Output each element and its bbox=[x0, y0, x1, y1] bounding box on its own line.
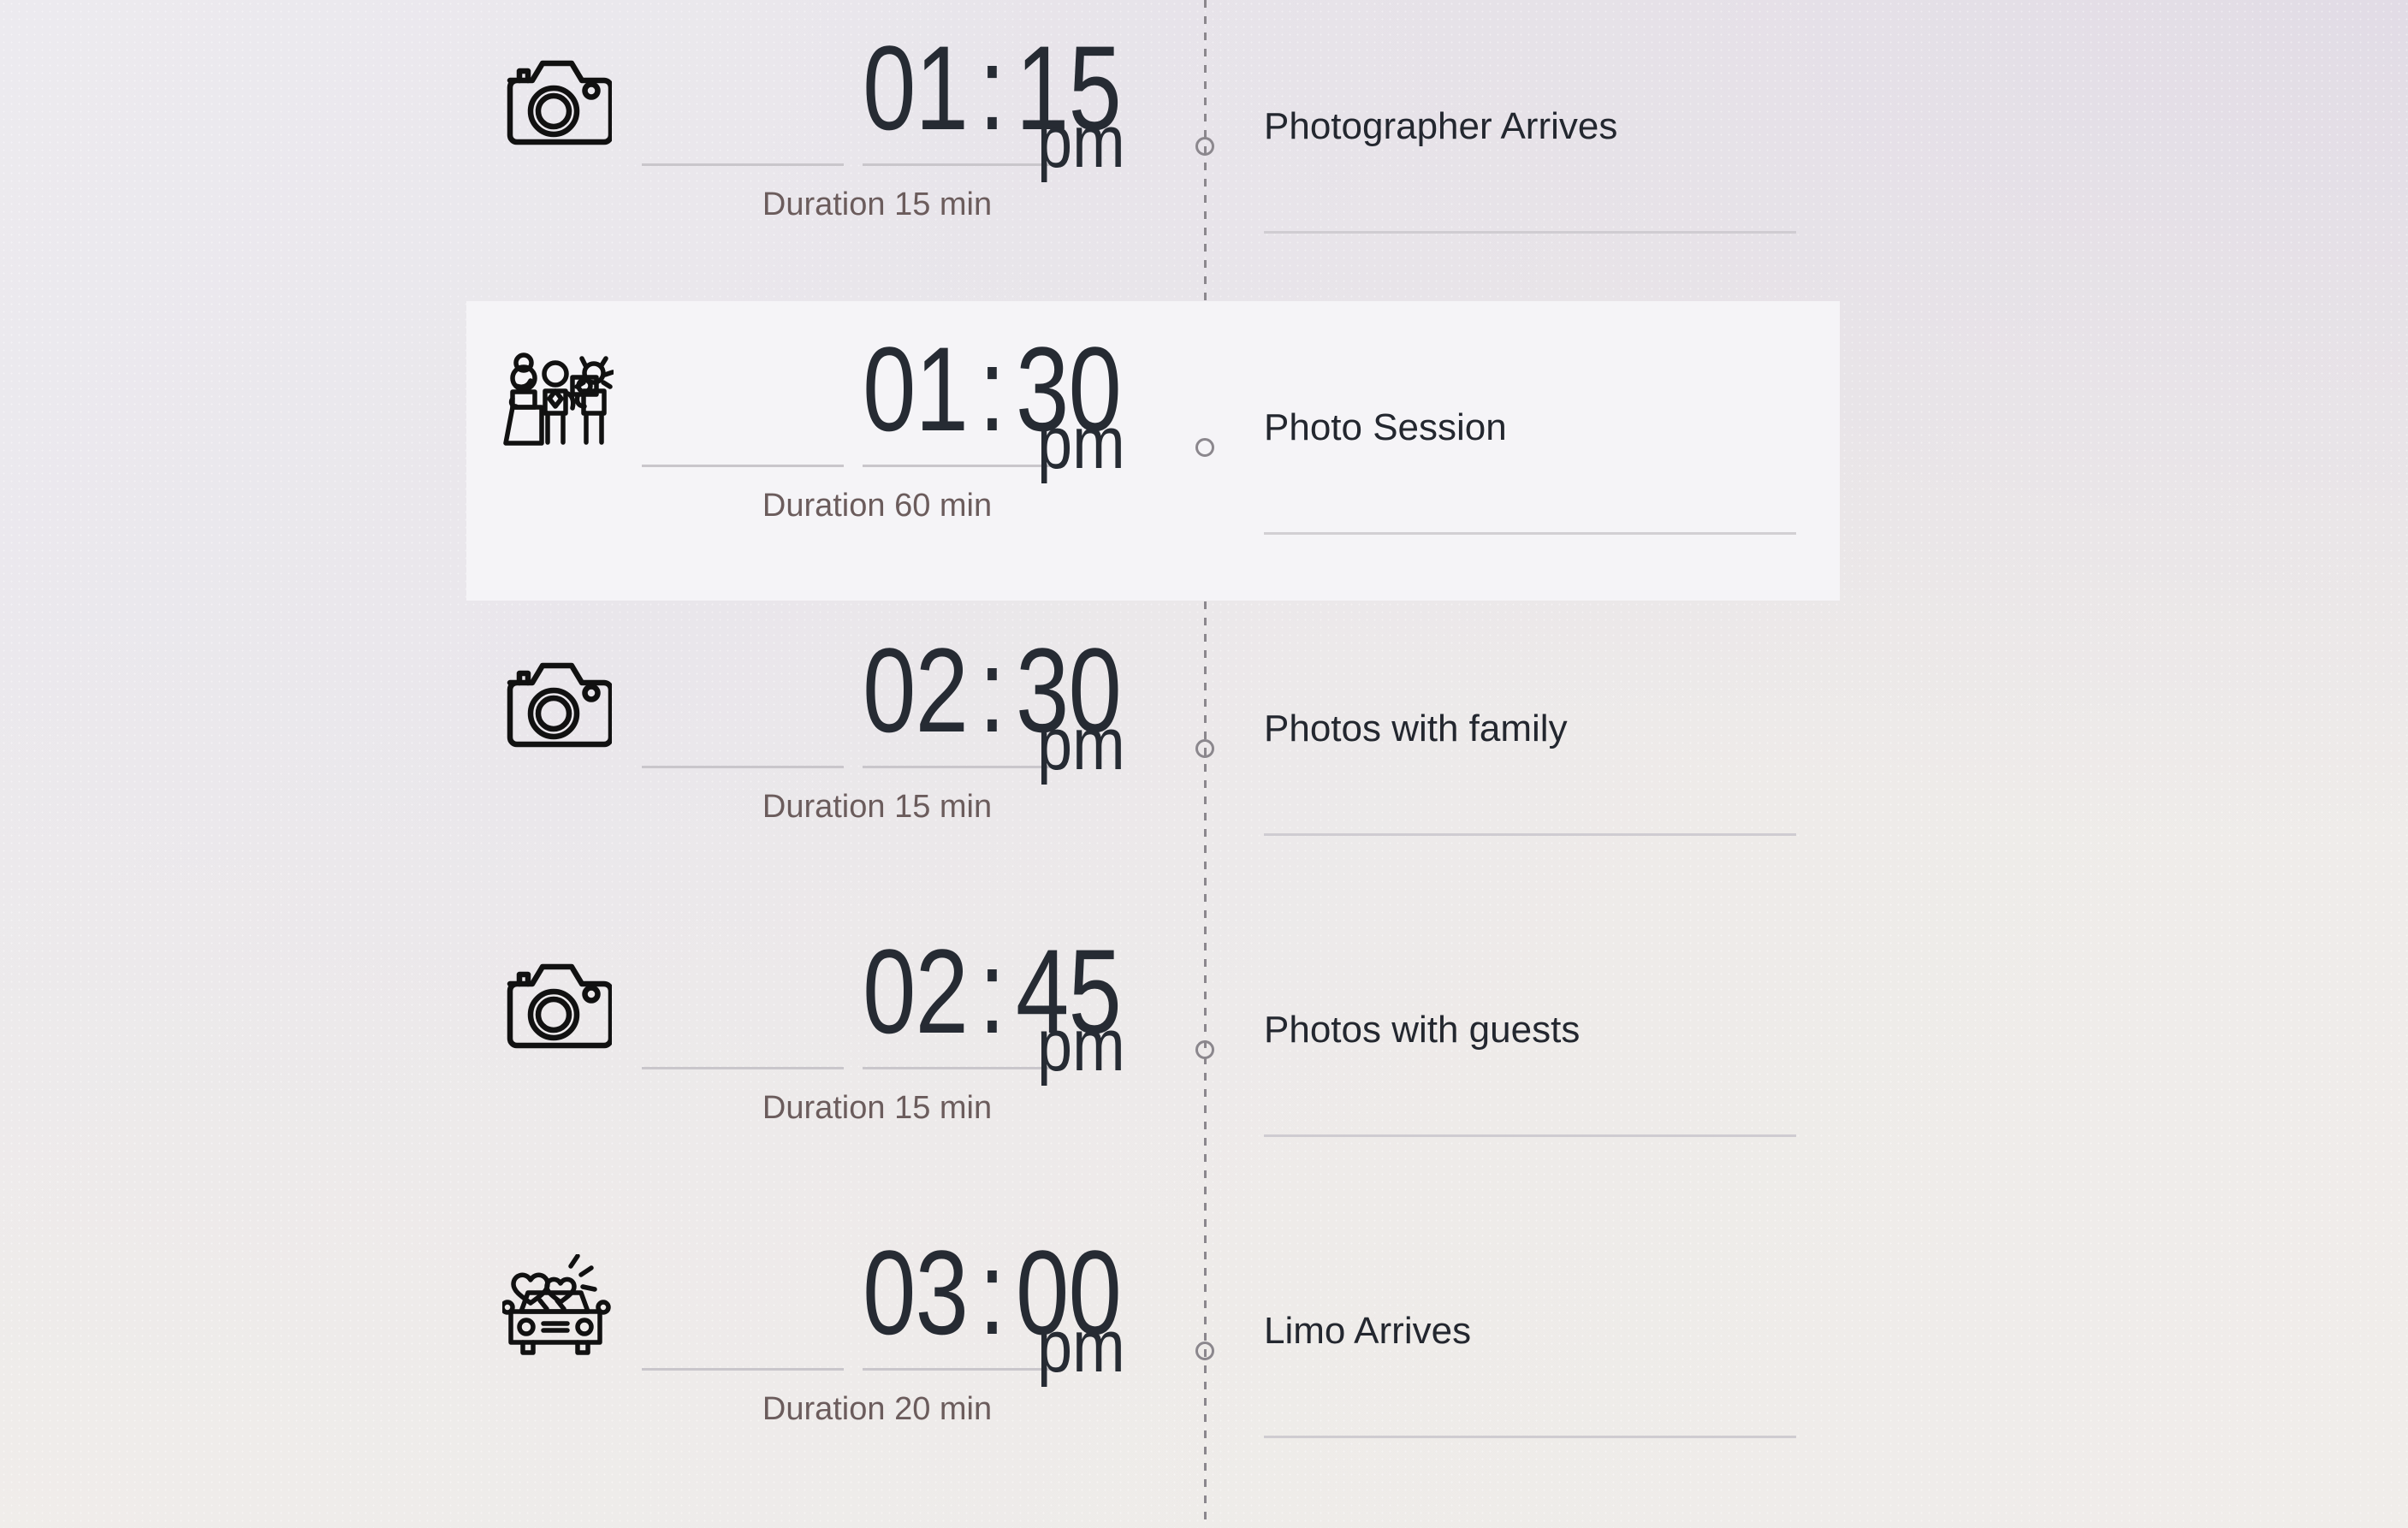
timeline-row[interactable]: 02:30 Duration 15 min pm Photos with fam… bbox=[0, 602, 2408, 903]
event-title[interactable]: Photo Session bbox=[1264, 404, 1863, 452]
event-title[interactable]: Photos with family bbox=[1264, 705, 1863, 753]
event-underline bbox=[1264, 532, 1796, 535]
camera-icon bbox=[495, 647, 620, 758]
time-colon: : bbox=[978, 623, 1005, 757]
time-colon: : bbox=[978, 924, 1005, 1058]
event-title[interactable]: Photographer Arrives bbox=[1264, 103, 1863, 151]
minute-underline bbox=[863, 766, 1065, 768]
time-colon: : bbox=[978, 1225, 1005, 1359]
event-title[interactable]: Limo Arrives bbox=[1264, 1307, 1863, 1355]
event-block[interactable]: Photo Session bbox=[1264, 404, 1863, 535]
minute-underline bbox=[863, 1067, 1065, 1069]
event-block[interactable]: Photographer Arrives bbox=[1264, 103, 1863, 234]
meridiem-label[interactable]: pm bbox=[1037, 1006, 1125, 1085]
duration-label: Duration 15 min bbox=[762, 187, 993, 222]
event-block[interactable]: Photos with family bbox=[1264, 705, 1863, 836]
minute-underline bbox=[863, 163, 1065, 166]
time-colon: : bbox=[978, 322, 1005, 456]
timeline-marker[interactable] bbox=[1195, 1341, 1214, 1360]
hour-underline bbox=[642, 766, 844, 768]
timeline-marker[interactable] bbox=[1195, 438, 1214, 457]
wedding-couple-photographer-icon bbox=[495, 346, 620, 457]
camera-icon bbox=[495, 948, 620, 1059]
duration-label: Duration 20 min bbox=[762, 1391, 993, 1427]
time-hour[interactable]: 02 bbox=[863, 626, 969, 755]
limo-car-hearts-icon bbox=[495, 1249, 620, 1360]
timeline-row[interactable]: 03:00 Duration 20 min pm Limo Arrives bbox=[0, 1205, 2408, 1506]
minute-underline bbox=[863, 1368, 1065, 1371]
event-title[interactable]: Photos with guests bbox=[1264, 1006, 1863, 1054]
time-hour[interactable]: 01 bbox=[863, 24, 969, 152]
meridiem-label[interactable]: pm bbox=[1037, 103, 1125, 181]
duration-label: Duration 60 min bbox=[762, 488, 993, 524]
time-colon: : bbox=[978, 21, 1005, 155]
timeline-marker[interactable] bbox=[1195, 739, 1214, 758]
timeline-marker[interactable] bbox=[1195, 137, 1214, 156]
event-block[interactable]: Photos with guests bbox=[1264, 1006, 1863, 1137]
hour-underline bbox=[642, 1368, 844, 1371]
event-block[interactable]: Limo Arrives bbox=[1264, 1307, 1863, 1438]
minute-underline bbox=[863, 465, 1065, 467]
meridiem-label[interactable]: pm bbox=[1037, 1307, 1125, 1386]
duration-label: Duration 15 min bbox=[762, 789, 993, 825]
timeline-marker[interactable] bbox=[1195, 1040, 1214, 1059]
hour-underline bbox=[642, 163, 844, 166]
event-underline bbox=[1264, 1436, 1796, 1438]
timeline-row[interactable]: 01:15 Duration 15 min pm Photographer Ar… bbox=[0, 0, 2408, 301]
event-underline bbox=[1264, 231, 1796, 234]
event-underline bbox=[1264, 1134, 1796, 1137]
meridiem-label[interactable]: pm bbox=[1037, 404, 1125, 483]
hour-underline bbox=[642, 465, 844, 467]
timeline-row[interactable]: 02:45 Duration 15 min pm Photos with gue… bbox=[0, 903, 2408, 1205]
timeline-row-selected[interactable]: 01:30 Duration 60 min pm Photo Session bbox=[0, 301, 2408, 602]
event-underline bbox=[1264, 833, 1796, 836]
time-hour[interactable]: 03 bbox=[863, 1229, 969, 1357]
meridiem-label[interactable]: pm bbox=[1037, 705, 1125, 784]
camera-icon bbox=[495, 44, 620, 156]
time-hour[interactable]: 02 bbox=[863, 927, 969, 1056]
time-hour[interactable]: 01 bbox=[863, 325, 969, 453]
wedding-timeline-canvas: 01:15 Duration 15 min pm Photographer Ar… bbox=[0, 0, 2408, 1528]
hour-underline bbox=[642, 1067, 844, 1069]
duration-label: Duration 15 min bbox=[762, 1090, 993, 1126]
